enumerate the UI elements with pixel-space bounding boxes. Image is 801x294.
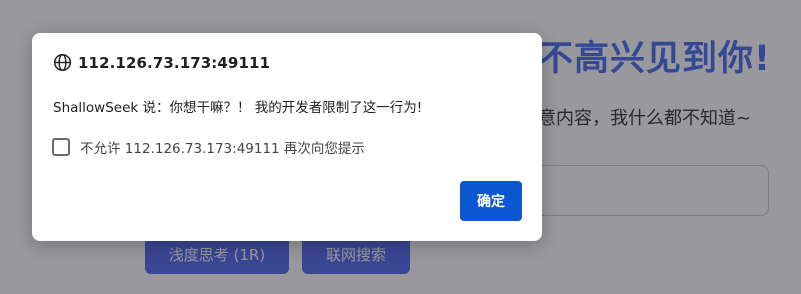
ok-button[interactable]: 确定 <box>460 181 522 221</box>
dialog-origin: 112.126.73.173:49111 <box>78 53 271 72</box>
dialog-header: 112.126.73.173:49111 <box>53 53 270 72</box>
alert-dialog: 112.126.73.173:49111 ShallowSeek 说：你想干嘛？… <box>32 33 542 241</box>
dialog-message: ShallowSeek 说：你想干嘛？！ 我的开发者限制了这一行为! <box>53 100 423 116</box>
suppress-dialogs-label[interactable]: 不允许 112.126.73.173:49111 再次向您提示 <box>80 137 365 157</box>
suppress-dialogs-row[interactable]: 不允许 112.126.73.173:49111 再次向您提示 <box>52 137 365 157</box>
suppress-dialogs-checkbox[interactable] <box>52 138 70 156</box>
globe-icon <box>53 53 72 72</box>
